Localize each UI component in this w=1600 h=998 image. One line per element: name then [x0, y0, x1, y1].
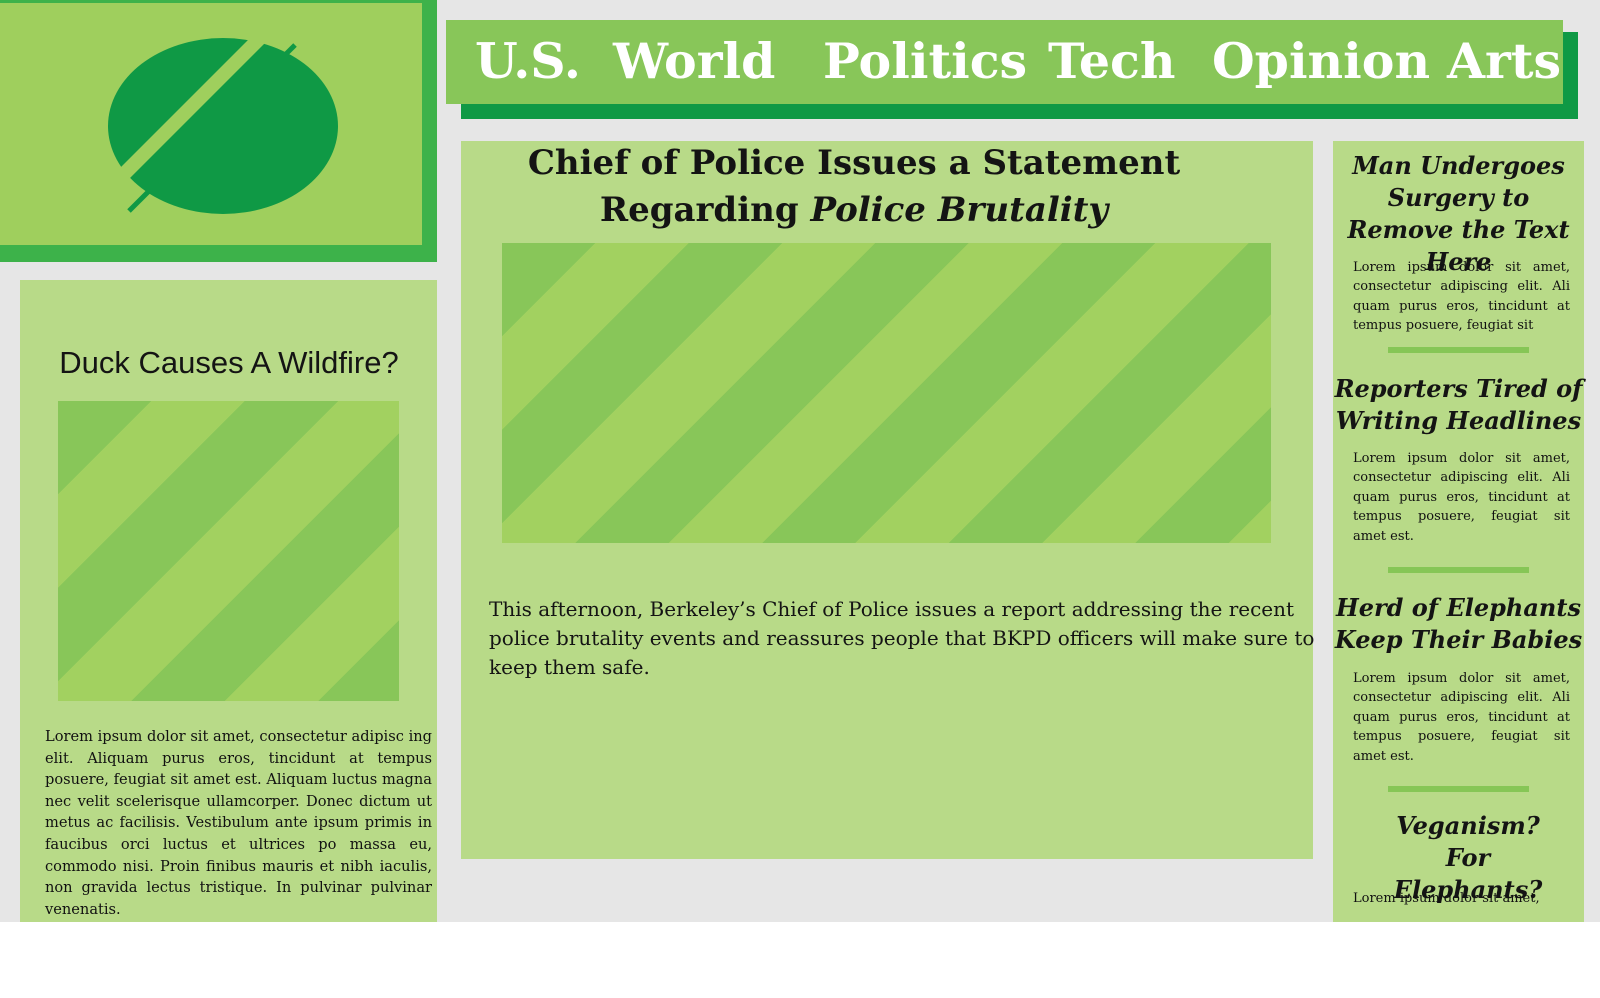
sidebar-item-body: Lorem ipsum dolor sit amet, consectetur … — [1353, 260, 1570, 334]
logo-link[interactable] — [0, 3, 422, 245]
circle-slash-logo-icon — [108, 38, 338, 214]
sidebar-item[interactable]: Herd of Elephants Keep Their Babies — [1333, 592, 1584, 656]
sidebar-item[interactable]: Reporters Tired of Writing Headlines — [1333, 373, 1584, 437]
nav-item-politics[interactable]: Politics — [823, 30, 1027, 92]
left-story-title[interactable]: Duck Causes A Wildfire? — [40, 343, 418, 383]
nav-item-world[interactable]: World — [613, 30, 775, 92]
image-placeholder-icon[interactable] — [58, 401, 399, 701]
left-story-body: Lorem ipsum dolor sit amet, consectetur … — [45, 728, 432, 918]
main-story-title[interactable]: Chief of Police Issues a Statement Regar… — [500, 140, 1208, 234]
nav-item-tech[interactable]: Tech — [1048, 30, 1175, 92]
sidebar-item-body: Lorem ipsum dolor sit amet, — [1353, 891, 1540, 906]
main-story-title-emphasis: Police Brutality — [810, 190, 1109, 230]
sidebar-divider — [1388, 347, 1529, 353]
nav-item-us[interactable]: U.S. — [475, 30, 581, 92]
sidebar-item-body: Lorem ipsum dolor sit amet, consectetur … — [1353, 671, 1570, 764]
nav-item-opinion[interactable]: Opinion — [1212, 30, 1430, 92]
sidebar-item-title: Herd of Elephants Keep Their Babies — [1334, 593, 1583, 654]
nav-item-arts[interactable]: Arts — [1447, 30, 1561, 92]
sidebar-divider — [1388, 786, 1529, 792]
sidebar-divider — [1388, 567, 1529, 573]
page-canvas: U.S. World Politics Tech Opinion Arts Du… — [0, 0, 1600, 922]
image-placeholder-icon[interactable] — [502, 243, 1271, 543]
sidebar-item-title: Reporters Tired of Writing Headlines — [1334, 374, 1583, 435]
main-story-body: This afternoon, Berkeley’s Chief of Poli… — [489, 597, 1315, 679]
sidebar-item-body: Lorem ipsum dolor sit amet, consectetur … — [1353, 451, 1570, 544]
